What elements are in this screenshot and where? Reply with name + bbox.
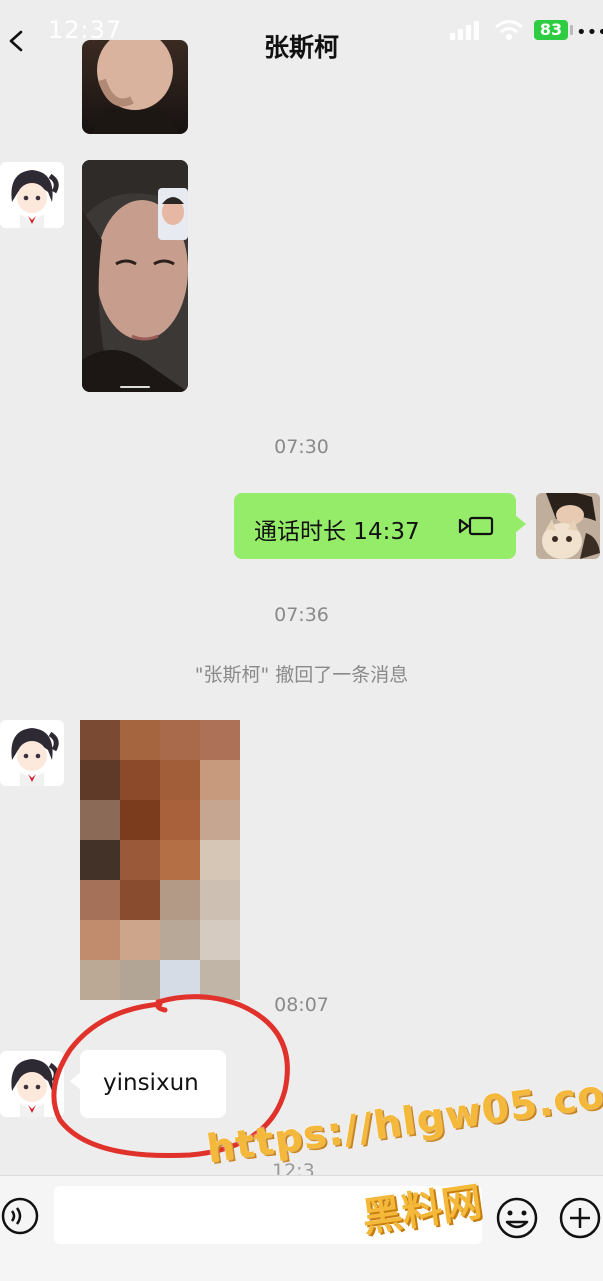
signal-icon <box>450 21 479 40</box>
input-bar <box>0 1175 603 1281</box>
image-message[interactable] <box>82 40 188 134</box>
wifi-icon <box>495 20 523 40</box>
battery-tip <box>570 25 573 35</box>
video-call-icon <box>458 516 494 536</box>
call-duration-bubble[interactable]: 通话时长 14:37 <box>234 493 526 559</box>
contact-avatar[interactable] <box>0 162 64 228</box>
more-options-icon[interactable]: ••• <box>576 22 603 43</box>
plus-icon[interactable] <box>558 1196 602 1240</box>
voice-input-icon[interactable] <box>0 1196 40 1236</box>
contact-avatar[interactable] <box>0 720 64 786</box>
timestamp: 07:30 <box>274 436 329 458</box>
image-message[interactable] <box>82 160 188 392</box>
recall-notice: "张斯柯" 撤回了一条消息 <box>194 664 409 686</box>
call-duration-text: 通话时长 14:37 <box>254 519 420 545</box>
pixelated-image-message[interactable] <box>80 720 240 1000</box>
my-avatar[interactable] <box>536 493 600 559</box>
emoji-icon[interactable] <box>495 1196 539 1240</box>
timestamp: 07:36 <box>274 604 329 626</box>
battery-indicator: 83 <box>534 20 568 40</box>
